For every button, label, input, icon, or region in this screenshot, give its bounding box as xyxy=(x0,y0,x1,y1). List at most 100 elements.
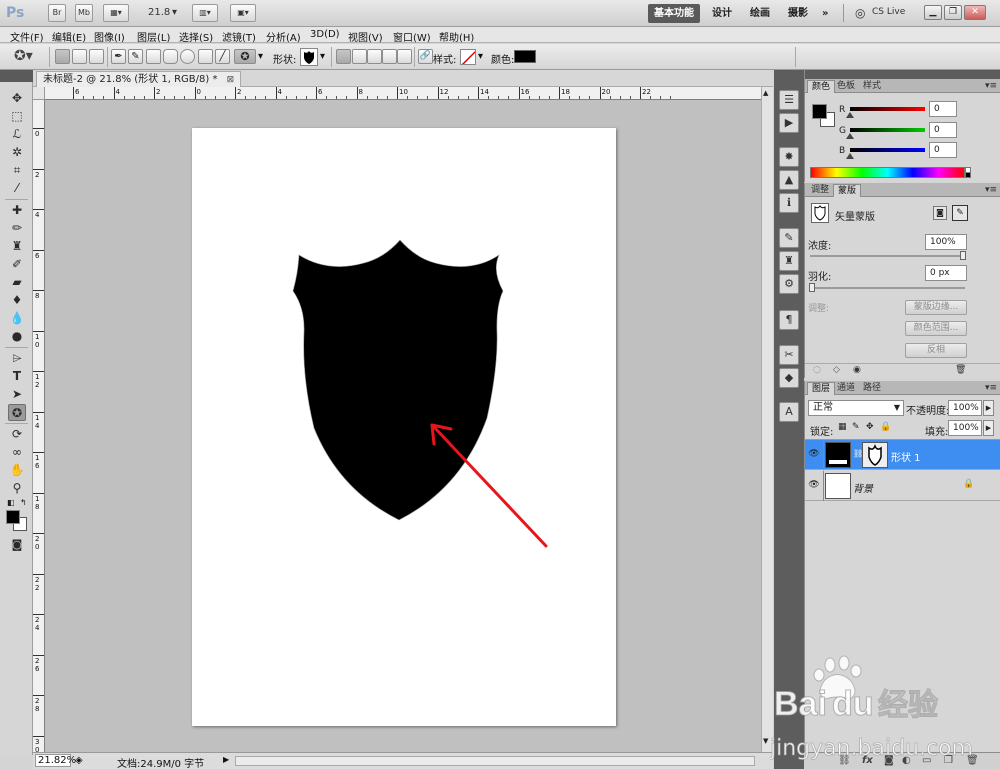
select-pixel-mask-icon[interactable]: ◙ xyxy=(933,206,947,220)
channel-b-handle[interactable] xyxy=(846,153,854,159)
feather-slider-handle[interactable] xyxy=(809,283,815,292)
shape-color-swatch[interactable] xyxy=(514,50,536,63)
channel-g-input[interactable]: 0 xyxy=(929,122,957,138)
tab-paths[interactable]: 路径 xyxy=(859,382,885,395)
channel-r-slider[interactable] xyxy=(850,107,925,111)
arrange-documents-dropdown[interactable]: ▥▾ xyxy=(192,4,218,22)
channel-b-input[interactable]: 0 xyxy=(929,142,957,158)
add-to-shape-area-button[interactable] xyxy=(352,49,367,64)
shape-picker[interactable] xyxy=(300,48,318,66)
status-preview-icon[interactable]: ◈ xyxy=(75,755,83,766)
paint-bucket-icon[interactable]: ♦ xyxy=(8,292,26,309)
foreground-color-swatch[interactable] xyxy=(6,510,20,524)
apply-mask-icon[interactable]: ◇ xyxy=(833,365,840,375)
menu-window[interactable]: 窗口(W) xyxy=(393,29,431,44)
status-menu-icon[interactable]: ▶ xyxy=(223,755,229,764)
opacity-slider-icon[interactable]: ▶ xyxy=(983,400,994,416)
quick-mask-icon[interactable]: ◙ xyxy=(8,536,26,553)
dodge-tool-icon[interactable]: ● xyxy=(8,328,26,345)
history-brush-icon[interactable]: ✐ xyxy=(8,256,26,273)
delete-mask-icon[interactable]: 🗑 xyxy=(955,365,966,375)
blend-mode-select[interactable]: 正常 ▼ xyxy=(808,400,904,416)
tool-preset-picker[interactable]: ✪▾ xyxy=(14,48,44,66)
brush-tool-icon[interactable]: ✏ xyxy=(8,220,26,237)
more-workspaces-icon[interactable]: » xyxy=(816,4,834,23)
density-slider[interactable] xyxy=(810,255,965,257)
workspace-essentials[interactable]: 基本功能 xyxy=(648,4,700,23)
crop-tool-icon[interactable]: ⌗ xyxy=(8,162,26,179)
shape-picker-dropdown[interactable]: ▾ xyxy=(320,51,325,62)
rectangle-tool-icon[interactable] xyxy=(146,49,161,64)
fill-slider-icon[interactable]: ▶ xyxy=(983,420,994,436)
eraser-tool-icon[interactable]: ▰ xyxy=(8,274,26,291)
histogram-panel-icon[interactable]: ▲ xyxy=(779,170,799,190)
geometry-options-dropdown[interactable]: ▾ xyxy=(258,51,263,62)
foreground-color-swatch[interactable] xyxy=(812,104,827,119)
lock-position-icon[interactable]: ✥ xyxy=(866,422,874,432)
subtract-shape-area-button[interactable] xyxy=(367,49,382,64)
tool-presets-icon[interactable]: ⚙ xyxy=(779,274,799,294)
density-input[interactable]: 100% xyxy=(925,234,967,250)
lock-all-icon[interactable]: 🔒 xyxy=(880,422,891,432)
bridge-button[interactable]: Br xyxy=(48,4,66,22)
clone-stamp-icon[interactable]: ♜ xyxy=(8,238,26,255)
eye-icon[interactable]: 👁 xyxy=(808,448,820,460)
minimize-icon[interactable]: ▁ xyxy=(924,5,942,20)
ellipse-tool-icon[interactable] xyxy=(180,49,195,64)
blur-tool-icon[interactable]: 💧 xyxy=(8,310,26,327)
paragraph-panel-icon[interactable]: ¶ xyxy=(779,310,799,330)
color-ramp[interactable] xyxy=(810,167,965,178)
style-picker[interactable] xyxy=(460,49,476,65)
eye-icon[interactable]: 👁 xyxy=(808,479,820,491)
color-range-button[interactable]: 颜色范围... xyxy=(905,321,967,336)
shape-layers-button[interactable] xyxy=(55,49,70,64)
panel-menu-icon[interactable]: ▾≡ xyxy=(985,383,997,393)
scroll-down-icon[interactable]: ▼ xyxy=(763,737,768,745)
horizontal-scrollbar[interactable] xyxy=(235,756,755,766)
menu-analysis[interactable]: 分析(A) xyxy=(266,29,301,44)
info-panel-icon[interactable]: ℹ xyxy=(779,193,799,213)
custom-shape-tool-icon[interactable]: ✪ xyxy=(8,404,26,421)
lock-image-icon[interactable]: ✎ xyxy=(852,422,860,432)
channel-r-handle[interactable] xyxy=(846,112,854,118)
move-tool-icon[interactable]: ✥ xyxy=(8,90,26,107)
custom-shape-tool-icon[interactable]: ✪ xyxy=(234,49,256,64)
tab-styles[interactable]: 样式 xyxy=(859,80,885,93)
density-slider-handle[interactable] xyxy=(960,251,966,260)
menu-layer[interactable]: 图层(L) xyxy=(137,29,170,44)
panel-menu-icon[interactable]: ▾≡ xyxy=(985,81,997,91)
tab-masks[interactable]: 蒙版 xyxy=(833,184,862,197)
link-layer-style-icon[interactable]: 🔗 xyxy=(418,49,433,64)
invert-button[interactable]: 反相 xyxy=(905,343,967,358)
layer-comps-icon[interactable]: ◆ xyxy=(779,368,799,388)
view-extras-dropdown[interactable]: ▦▾ xyxy=(103,4,129,22)
scroll-up-icon[interactable]: ▲ xyxy=(763,89,768,97)
workspace-design[interactable]: 设计 xyxy=(706,4,738,23)
menu-file[interactable]: 文件(F) xyxy=(10,29,44,44)
menu-help[interactable]: 帮助(H) xyxy=(439,29,474,44)
zoom-level[interactable]: 21.8 xyxy=(148,7,170,18)
layer-color-thumbnail[interactable] xyxy=(825,442,851,468)
polygon-tool-icon[interactable] xyxy=(198,49,213,64)
mini-bridge-button[interactable]: Mb xyxy=(75,4,93,22)
freeform-pen-icon[interactable]: ✎ xyxy=(128,49,143,64)
screen-mode-dropdown[interactable]: ▣▾ xyxy=(230,4,256,22)
tab-swatches[interactable]: 色板 xyxy=(833,80,859,93)
navigator-panel-icon[interactable]: ✸ xyxy=(779,147,799,167)
close-icon[interactable]: ✕ xyxy=(964,5,986,20)
workspace-photography[interactable]: 摄影 xyxy=(782,4,814,23)
menu-view[interactable]: 视图(V) xyxy=(348,29,383,44)
marquee-tool-icon[interactable]: ⬚ xyxy=(8,108,26,125)
workspace-painting[interactable]: 绘画 xyxy=(744,4,776,23)
document-tab[interactable]: 未标题-2 @ 21.8% (形状 1, RGB/8) * ⊠ xyxy=(36,71,242,87)
exclude-overlap-button[interactable] xyxy=(397,49,412,64)
layer-row-shape-1[interactable]: 👁 ⛓ 形状 1 xyxy=(805,440,1000,470)
history-panel-icon[interactable]: ☰ xyxy=(779,90,799,110)
quick-selection-icon[interactable]: ✲ xyxy=(8,144,26,161)
rounded-rectangle-icon[interactable] xyxy=(163,49,178,64)
shield-shape[interactable] xyxy=(292,239,504,521)
intersect-shape-areas-button[interactable] xyxy=(382,49,397,64)
line-tool-icon[interactable]: ╱ xyxy=(215,49,230,64)
actions-panel-icon[interactable]: ▶ xyxy=(779,113,799,133)
layer-row-background[interactable]: 👁 背景 🔒 xyxy=(805,471,1000,501)
